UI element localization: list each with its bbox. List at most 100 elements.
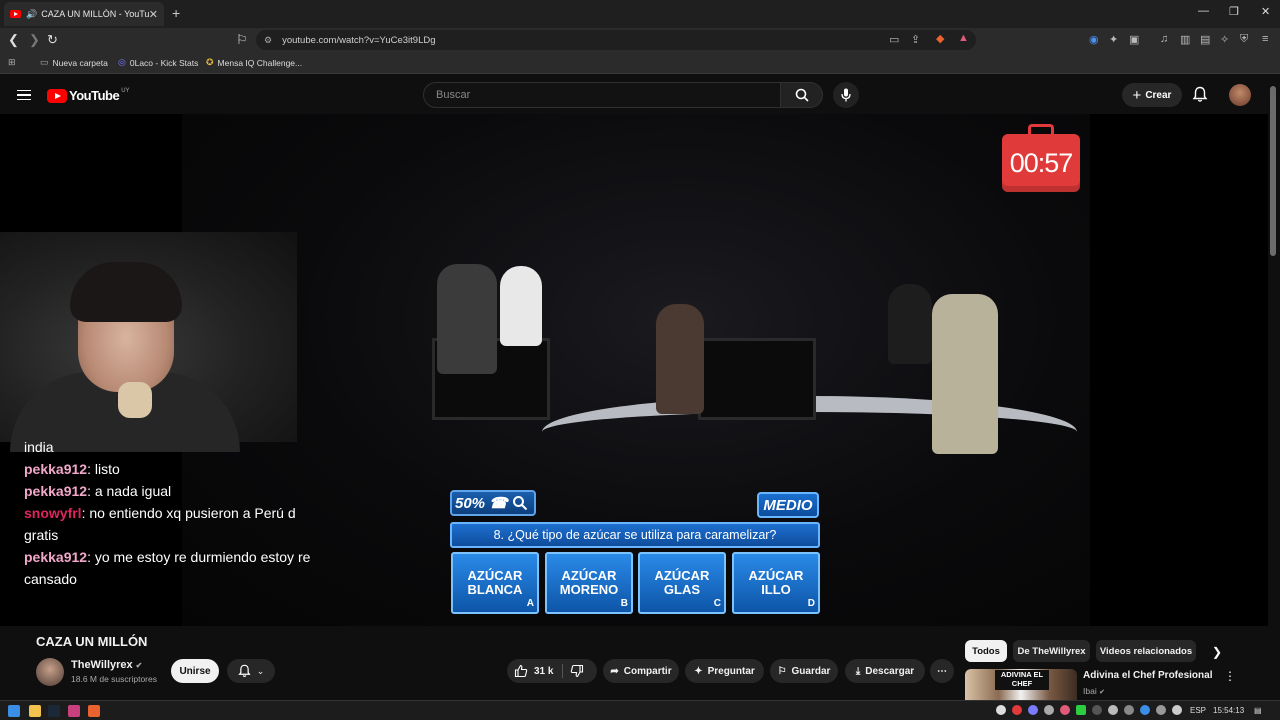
url-field[interactable]: ⚙ youtube.com/watch?v=YuCe3it9LDg: [256, 30, 976, 50]
bookmark-kick-stats[interactable]: ◎ 0Laco - Kick Stats: [118, 57, 198, 68]
recommended-menu-icon[interactable]: ⋮: [1224, 669, 1236, 683]
notifications-bell-icon[interactable]: [1192, 86, 1208, 103]
download-button[interactable]: ⤓ Descargar: [845, 659, 925, 683]
chat-message: pekka912: yo me estoy re durmiendo estoy…: [24, 549, 311, 587]
steam-icon[interactable]: [48, 705, 60, 717]
menu-icon[interactable]: ≡: [1262, 33, 1268, 45]
ask-button[interactable]: ✦ Preguntar: [685, 659, 764, 683]
brave-icon[interactable]: [88, 705, 100, 717]
share-icon: ➦: [610, 665, 619, 677]
new-tab-button[interactable]: +: [172, 5, 180, 21]
reload-icon[interactable]: ↻: [47, 32, 58, 48]
bell-icon: [238, 664, 251, 677]
tray-icon[interactable]: [1092, 705, 1102, 715]
game-show-stage: [182, 114, 1090, 626]
lifeline-panel: 50% ☎: [450, 490, 536, 516]
tab-close-icon[interactable]: ✕: [149, 8, 158, 21]
chip-de-thewillyrex[interactable]: De TheWillyrex: [1013, 640, 1090, 662]
brave-rewards-icon[interactable]: ▲: [958, 32, 969, 44]
sparkle-icon: ✦: [694, 665, 703, 677]
tray-icon[interactable]: [1140, 705, 1150, 715]
more-icon: ⋯: [937, 665, 947, 677]
back-icon[interactable]: ❮: [8, 32, 19, 48]
tray-icon[interactable]: [1060, 705, 1070, 715]
input-language[interactable]: ESP: [1190, 706, 1206, 715]
mensa-icon: ✪: [206, 57, 214, 67]
site-info-icon[interactable]: ⚙: [264, 35, 272, 46]
vpn-icon[interactable]: ⛨: [1240, 33, 1248, 46]
voice-search-button[interactable]: [833, 82, 859, 108]
cast-icon[interactable]: ▭: [889, 33, 899, 46]
join-button[interactable]: Unirse: [171, 659, 219, 683]
wallet-icon[interactable]: ▤: [1200, 33, 1210, 46]
search-button[interactable]: [781, 82, 823, 108]
video-title: CAZA UN MILLÓN: [36, 634, 148, 649]
tray-icon[interactable]: [1172, 705, 1182, 715]
save-button[interactable]: ⚐ Guardar: [770, 659, 838, 683]
video-player[interactable]: india pekka912: listo pekka912: a nada i…: [0, 114, 1268, 626]
bookmarks-bar: ⊞ ▭ Nueva carpeta ◎ 0Laco - Kick Stats ✪…: [0, 52, 1280, 74]
streamer-webcam: [0, 232, 297, 452]
share-page-icon[interactable]: ⇪: [911, 33, 920, 46]
sidebar-icon[interactable]: ▥: [1180, 33, 1190, 46]
bookmark-nueva-carpeta[interactable]: ▭ Nueva carpeta: [40, 57, 108, 68]
account-avatar[interactable]: [1229, 84, 1251, 106]
bookmark-icon[interactable]: ⚐: [236, 32, 248, 48]
extensions-icon[interactable]: ✦: [1109, 33, 1118, 46]
like-button[interactable]: 31 k: [514, 664, 553, 678]
start-icon[interactable]: [8, 705, 20, 717]
search-input[interactable]: [423, 82, 781, 108]
browser-tab[interactable]: 🔊 CAZA UN MILLÓN - YouTube ✕: [4, 2, 164, 26]
more-actions-button[interactable]: ⋯: [930, 659, 954, 683]
restore-icon[interactable]: ❐: [1229, 5, 1239, 18]
tray-icon[interactable]: [1044, 705, 1054, 715]
chip-videos-relacionados[interactable]: Videos relacionados: [1096, 640, 1196, 662]
youtube-logo[interactable]: YouTube UY: [47, 88, 130, 103]
chevron-down-icon: ⌄: [256, 665, 265, 676]
chips-next-icon[interactable]: ❯: [1212, 645, 1222, 659]
apps-icon[interactable]: ⊞: [8, 57, 16, 68]
recommended-title[interactable]: Adivina el Chef Profesional: [1083, 670, 1212, 681]
music-icon[interactable]: ♫: [1160, 33, 1168, 45]
leo-ai-icon[interactable]: ✧: [1220, 33, 1229, 46]
tray-icon[interactable]: [1076, 705, 1086, 715]
download-icon: ⤓: [855, 665, 861, 677]
guide-menu-icon[interactable]: [17, 90, 31, 100]
mic-icon: [841, 88, 851, 102]
brave-shield-icon[interactable]: ◆: [936, 32, 944, 45]
kick-icon: ◎: [118, 57, 126, 67]
file-explorer-icon[interactable]: [29, 705, 41, 717]
screenshot-icon[interactable]: ▣: [1129, 33, 1139, 46]
page-scrollbar[interactable]: [1270, 86, 1276, 256]
contestant: [888, 284, 932, 364]
app-icon[interactable]: [68, 705, 80, 717]
tray-icon[interactable]: [1108, 705, 1118, 715]
channel-avatar[interactable]: [36, 658, 64, 686]
speaker-icon[interactable]: 🔊: [26, 9, 37, 20]
address-bar-row: ❮ ❯ ↻ ⚐ ⚙ youtube.com/watch?v=YuCe3it9LD…: [0, 28, 1280, 52]
thumbs-down-icon[interactable]: [570, 664, 584, 678]
answer-option-b: AZÚCAR MORENO B: [545, 552, 633, 614]
forward-icon[interactable]: ❯: [29, 32, 40, 48]
chip-todos[interactable]: Todos: [965, 640, 1007, 662]
tray-icon[interactable]: [1124, 705, 1134, 715]
verified-icon: ✔: [1099, 689, 1105, 696]
share-button[interactable]: ➦ Compartir: [603, 659, 679, 683]
notifications-icon[interactable]: ▤: [1254, 706, 1262, 715]
window-close-icon[interactable]: ✕: [1261, 5, 1270, 18]
audio-icon[interactable]: ◉: [1089, 33, 1099, 46]
save-icon: ⚐: [777, 665, 787, 677]
channel-name[interactable]: TheWillyrex ✔: [71, 659, 142, 671]
minimize-icon[interactable]: —: [1198, 5, 1209, 17]
subscription-bell-button[interactable]: ⌄: [227, 659, 275, 683]
create-button[interactable]: + Crear: [1122, 83, 1182, 107]
clock[interactable]: 15:54:13: [1213, 706, 1244, 715]
tray-icon[interactable]: [1028, 705, 1038, 715]
tray-icon[interactable]: [996, 705, 1006, 715]
tray-icon[interactable]: [1156, 705, 1166, 715]
search-box: [423, 82, 823, 108]
verified-icon: ✔: [135, 660, 143, 670]
tray-icon[interactable]: [1012, 705, 1022, 715]
bookmark-mensa[interactable]: ✪ Mensa IQ Challenge...: [206, 57, 302, 68]
recommended-channel[interactable]: Ibai ✔: [1083, 686, 1105, 696]
